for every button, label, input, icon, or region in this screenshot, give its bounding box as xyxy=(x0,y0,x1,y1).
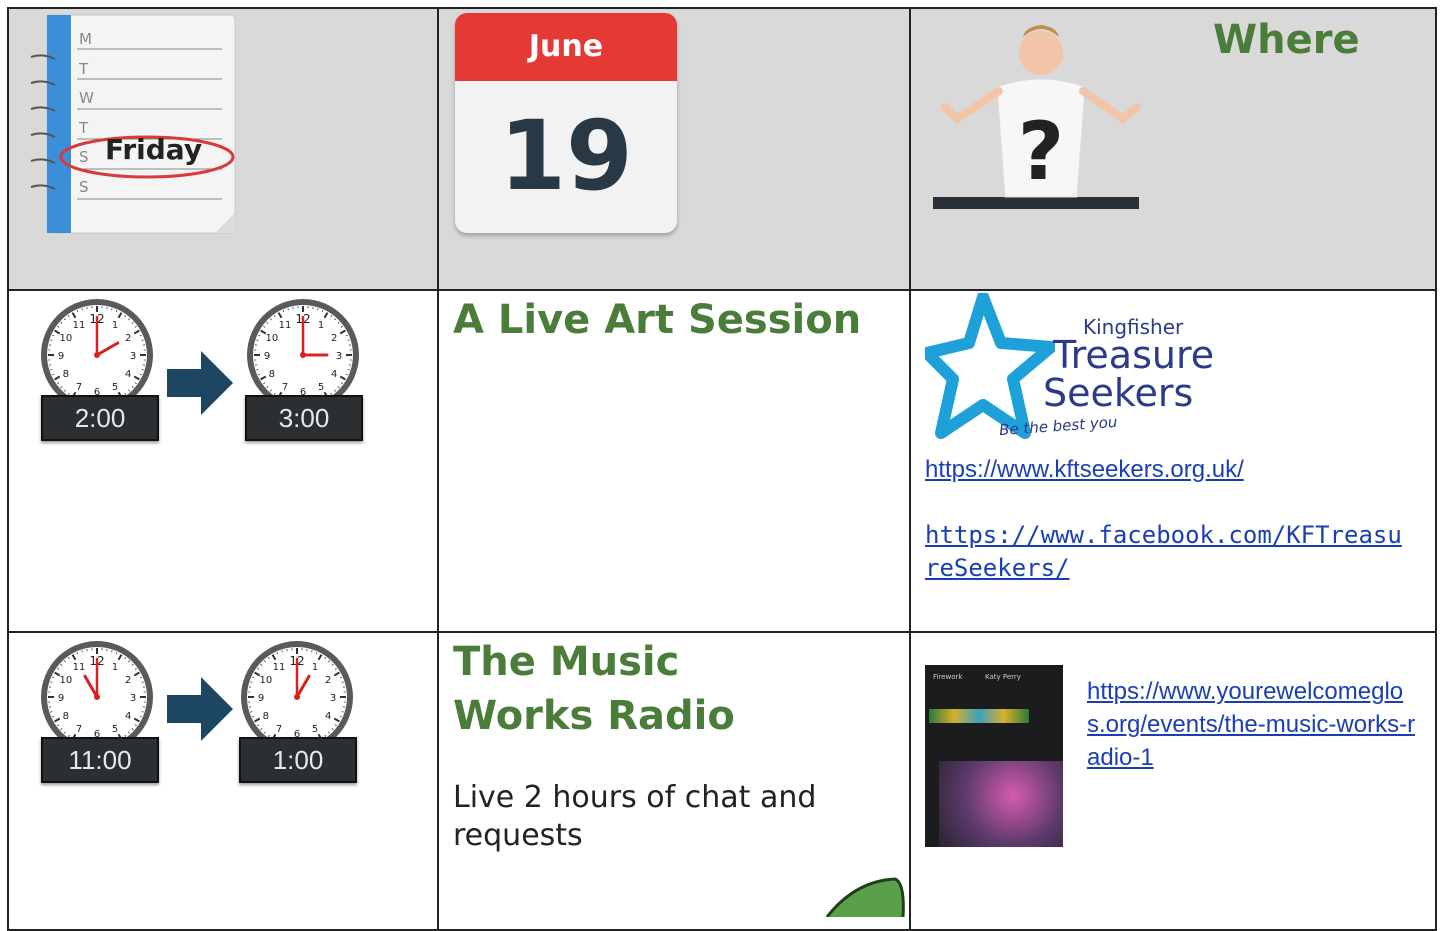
thumb-label-left: Firework xyxy=(933,673,962,681)
header-date-cell: June 19 xyxy=(437,7,911,291)
clock-numeral: 3 xyxy=(330,693,336,704)
arrow-right-icon xyxy=(163,347,235,419)
clock-numeral: 3 xyxy=(336,351,342,362)
clock-numeral: 7 xyxy=(276,724,282,735)
logo-line3: Seekers xyxy=(1043,371,1193,415)
clock-numeral: 5 xyxy=(318,382,324,393)
clock-numeral: 2 xyxy=(331,333,337,344)
header-where-cell: ? Where xyxy=(909,7,1437,291)
activity-title: A Live Art Session xyxy=(453,293,861,347)
clock-numeral: 1 xyxy=(112,662,118,673)
row1-time-cell: 123456789101112 2:00 123456789101112 3:0… xyxy=(7,289,439,633)
activity-description: Live 2 hours of chat and requests xyxy=(453,779,853,855)
clock-numeral: 9 xyxy=(58,351,64,362)
start-time-display: 2:00 xyxy=(41,395,159,441)
weekday-letter: S xyxy=(79,143,99,173)
weekday-letter: M xyxy=(79,25,99,55)
weekday-letter: T xyxy=(79,55,99,85)
treasure-seekers-logo: Kingfisher Treasure Seekers Be the best … xyxy=(925,293,1215,445)
clock-numeral: 4 xyxy=(325,711,331,722)
clock-numeral: 11 xyxy=(273,662,286,673)
clock-center xyxy=(94,352,100,358)
clock-numeral: 1 xyxy=(318,320,324,331)
day-label: Friday xyxy=(105,133,202,166)
weekday-letter: W xyxy=(79,84,99,114)
clock-numeral: 5 xyxy=(112,382,118,393)
end-time-display: 1:00 xyxy=(239,737,357,783)
header-day-cell: M T W T S S Friday xyxy=(7,7,439,291)
clock-numeral: 3 xyxy=(130,351,136,362)
clock-numeral: 5 xyxy=(312,724,318,735)
calendar-month-band: June xyxy=(455,13,677,81)
radio-video-thumbnail[interactable]: Firework Katy Perry xyxy=(925,665,1063,847)
clock-numeral: 11 xyxy=(279,320,292,331)
clock-numeral: 2 xyxy=(125,675,131,686)
clock-numeral: 5 xyxy=(112,724,118,735)
weekday-letter: S xyxy=(79,173,99,203)
clock-numeral: 7 xyxy=(76,724,82,735)
row2-activity-cell: The Music Works Radio Live 2 hours of ch… xyxy=(437,631,911,931)
clock-numeral: 10 xyxy=(59,675,72,686)
clock-numeral: 9 xyxy=(58,693,64,704)
clock-numeral: 11 xyxy=(73,662,86,673)
clock-numeral: 9 xyxy=(264,351,270,362)
row1-where-cell: Kingfisher Treasure Seekers Be the best … xyxy=(909,289,1437,633)
schedule-table: M T W T S S Friday June 19 ? Where 12345… xyxy=(7,7,1437,927)
clock-numeral: 1 xyxy=(112,320,118,331)
kftseekers-link[interactable]: https://www.kftseekers.org.uk/ xyxy=(925,455,1425,485)
activity-title-line2: Works Radio xyxy=(453,689,735,743)
start-time-display: 11:00 xyxy=(41,737,159,783)
person-shrugging-icon: ? xyxy=(927,11,1157,221)
clock-numeral: 11 xyxy=(73,320,86,331)
clock-numeral: 8 xyxy=(63,711,69,722)
music-works-radio-link[interactable]: https://www.yourewelcomeglos.org/events/… xyxy=(1087,675,1417,774)
arrow-right-icon xyxy=(163,673,235,745)
calendar-icon: June 19 xyxy=(455,13,677,233)
studio-photo xyxy=(939,761,1063,847)
clock-numeral: 8 xyxy=(263,711,269,722)
clock-numeral: 8 xyxy=(269,369,275,380)
clock-numeral: 4 xyxy=(125,369,131,380)
clock-numeral: 4 xyxy=(125,711,131,722)
clock-center xyxy=(94,694,100,700)
clock-numeral: 1 xyxy=(312,662,318,673)
clock-center xyxy=(300,352,306,358)
clock-numeral: 3 xyxy=(130,693,136,704)
row2-time-cell: 123456789101112 11:00 123456789101112 1:… xyxy=(7,631,439,931)
where-label: Where xyxy=(1213,13,1360,67)
weekday-notepad-icon xyxy=(27,11,257,241)
clock-center xyxy=(294,694,300,700)
thumb-label-mid: Katy Perry xyxy=(985,673,1021,681)
clock-numeral: 7 xyxy=(282,382,288,393)
clock-numeral: 10 xyxy=(265,333,278,344)
clock-numeral: 2 xyxy=(125,333,131,344)
clock-numeral: 10 xyxy=(59,333,72,344)
waveform-graphic xyxy=(929,709,1029,723)
row1-activity-cell: A Live Art Session xyxy=(437,289,911,633)
weekday-letters: M T W T S S xyxy=(79,25,99,202)
row2-where-cell: Firework Katy Perry https://www.yourewel… xyxy=(909,631,1437,931)
clock-numeral: 9 xyxy=(258,693,264,704)
end-time-display: 3:00 xyxy=(245,395,363,441)
clock-numeral: 2 xyxy=(325,675,331,686)
question-mark: ? xyxy=(1018,105,1064,198)
clock-numeral: 10 xyxy=(259,675,272,686)
clock-numeral: 8 xyxy=(63,369,69,380)
weekday-letter: T xyxy=(79,114,99,144)
clock-numeral: 4 xyxy=(331,369,337,380)
activity-title-line1: The Music xyxy=(453,635,679,689)
calendar-date-number: 19 xyxy=(455,81,677,231)
decorative-leaf-icon xyxy=(825,877,915,917)
clock-numeral: 7 xyxy=(76,382,82,393)
facebook-link[interactable]: https://www.facebook.com/KFTreasureSeeke… xyxy=(925,519,1415,585)
